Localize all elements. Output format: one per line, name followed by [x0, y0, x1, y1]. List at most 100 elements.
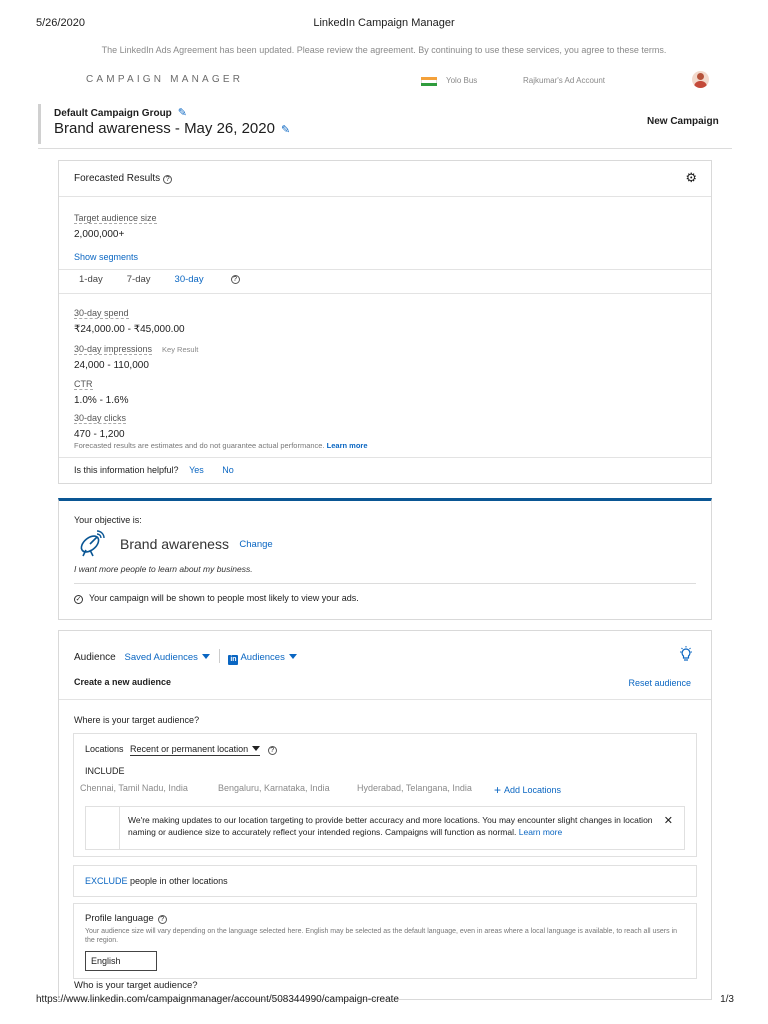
help-icon[interactable]: ?: [267, 746, 277, 755]
avatar[interactable]: [692, 71, 709, 88]
check-circle-icon: ✓: [74, 595, 83, 604]
disclaimer-text: Forecasted results are estimates and do …: [74, 441, 325, 450]
objective-heading: Your objective is:: [74, 515, 142, 525]
gear-icon[interactable]: ⚙: [685, 170, 697, 186]
profile-language-note: Your audience size will vary depending o…: [85, 928, 678, 944]
metric-value: 24,000 - 110,000: [74, 360, 149, 371]
location-type-select[interactable]: Recent or permanent location: [130, 744, 261, 756]
divider: [59, 457, 711, 458]
close-icon[interactable]: ✕: [664, 814, 673, 827]
metric-spend: 30-day spend ₹24,000.00 - ₹45,000.00: [74, 303, 185, 335]
account-name[interactable]: Yolo Bus: [446, 76, 477, 85]
metric-clicks: 30-day clicks 470 - 1,200: [74, 408, 127, 440]
helpful-row: Is this information helpful? Yes No: [74, 465, 234, 475]
locations-box: Locations Recent or permanent location ?…: [73, 733, 697, 857]
metric-label: 30-day clicks: [74, 413, 127, 424]
audience-card: Audience Saved Audiences in Audiences Cre…: [58, 630, 712, 1000]
divider: [74, 583, 696, 584]
help-icon[interactable]: ?: [163, 175, 173, 184]
add-locations-label: Add Locations: [504, 785, 562, 795]
metric-label: CTR: [74, 379, 93, 390]
objective-name: Brand awareness: [120, 536, 229, 552]
lightbulb-icon[interactable]: [679, 646, 693, 662]
exclude-link[interactable]: EXCLUDE: [85, 876, 128, 886]
profile-language-box: Profile language? Your audience size wil…: [73, 903, 697, 979]
linkedin-audiences-dropdown[interactable]: in Audiences: [228, 652, 297, 665]
campaign-title: Brand awareness - May 26, 2020 ✎: [54, 120, 290, 137]
where-question: Where is your target audience?: [74, 715, 200, 725]
print-page-number: 1/3: [720, 994, 734, 1005]
key-result-tag: Key Result: [162, 345, 199, 354]
new-campaign-label: New Campaign: [647, 116, 719, 127]
help-icon[interactable]: ?: [230, 275, 240, 284]
helpful-yes-button[interactable]: Yes: [189, 465, 204, 475]
metric-ctr: CTR 1.0% - 1.6%: [74, 374, 128, 406]
show-segments-link[interactable]: Show segments: [74, 252, 157, 262]
print-title: LinkedIn Campaign Manager: [313, 17, 455, 29]
exclude-box: EXCLUDE people in other locations: [73, 865, 697, 897]
audience-header: Audience Saved Audiences in Audiences: [74, 649, 297, 665]
helpful-question: Is this information helpful?: [74, 465, 179, 475]
location-chip[interactable]: Bengaluru, Karnataka, India: [218, 783, 330, 793]
reset-audience-link[interactable]: Reset audience: [628, 678, 691, 688]
tab-7-day[interactable]: 7-day: [127, 274, 151, 285]
saved-audiences-dropdown[interactable]: Saved Audiences: [124, 652, 210, 663]
brand-logo-text[interactable]: CAMPAIGN MANAGER: [86, 74, 243, 85]
objective-name-row: Brand awareness Change: [120, 536, 273, 554]
helpful-no-button[interactable]: No: [222, 465, 234, 475]
language-select[interactable]: English: [85, 951, 157, 971]
profile-language-label: Profile language: [85, 913, 154, 924]
tab-30-day[interactable]: 30-day: [175, 274, 204, 285]
chevron-down-icon: [288, 654, 297, 659]
campaign-group-name[interactable]: Default Campaign Group: [54, 108, 172, 119]
satellite-dish-icon: [80, 530, 105, 557]
metric-value: 470 - 1,200: [74, 429, 125, 440]
tab-1-day[interactable]: 1-day: [79, 274, 103, 285]
forecast-tabs: 1-day 7-day 30-day ?: [79, 274, 240, 285]
profile-language-row: Profile language?: [85, 913, 167, 924]
location-type-value: Recent or permanent location: [130, 744, 249, 754]
edit-group-pencil-icon[interactable]: ✎: [178, 106, 187, 119]
include-label: INCLUDE: [85, 766, 125, 776]
objective-card: Your objective is: Brand awareness Chang…: [58, 498, 712, 620]
forecast-title: Forecasted Results?: [74, 173, 173, 184]
campaign-group: Default Campaign Group ✎: [54, 106, 187, 119]
forecast-card: Forecasted Results? ⚙ Target audience si…: [58, 160, 712, 484]
objective-description: I want more people to learn about my bus…: [74, 564, 253, 574]
chevron-down-icon: [201, 654, 210, 659]
info-text-body: We're making updates to our location tar…: [128, 815, 653, 837]
help-icon[interactable]: ?: [157, 915, 167, 924]
info-text: We're making updates to our location tar…: [128, 815, 658, 838]
objective-note: ✓ Your campaign will be shown to people m…: [74, 593, 359, 604]
header-accent-bar: [38, 104, 41, 144]
location-chip[interactable]: Chennai, Tamil Nadu, India: [80, 783, 188, 793]
print-url: https://www.linkedin.com/campaignmanager…: [36, 994, 399, 1005]
audience-size-block: Target audience size 2,000,000+ Show seg…: [74, 208, 157, 262]
chevron-down-icon: [252, 746, 261, 751]
location-chip[interactable]: Hyderabad, Telangana, India: [357, 783, 472, 793]
metric-label: 30-day impressions: [74, 344, 153, 355]
change-objective-link[interactable]: Change: [239, 539, 272, 550]
audience-title: Audience: [74, 652, 116, 663]
header-divider: [38, 148, 732, 149]
saved-audiences-label: Saved Audiences: [124, 652, 198, 663]
exclude-text: people in other locations: [130, 876, 228, 886]
locations-label: Locations: [85, 744, 124, 754]
ad-account-name[interactable]: Rajkumar's Ad Account: [523, 76, 605, 85]
divider: [59, 699, 711, 700]
info-learn-more-link[interactable]: Learn more: [519, 827, 562, 837]
add-locations-button[interactable]: + Add Locations: [494, 783, 561, 797]
divider: [59, 293, 711, 294]
locations-row: Locations Recent or permanent location ?: [85, 744, 277, 756]
info-strip: [86, 807, 120, 849]
campaign-name: Brand awareness - May 26, 2020: [54, 120, 275, 137]
create-new-audience: Create a new audience: [74, 677, 172, 687]
location-info-banner: We're making updates to our location tar…: [85, 806, 685, 850]
metric-impressions: 30-day impressions Key Result 24,000 - 11…: [74, 339, 198, 371]
agreement-notice: The LinkedIn Ads Agreement has been upda…: [101, 45, 667, 55]
metric-value: ₹24,000.00 - ₹45,000.00: [74, 324, 185, 335]
who-question: Who is your target audience?: [74, 980, 198, 991]
learn-more-link[interactable]: Learn more: [327, 441, 368, 450]
metric-label: 30-day spend: [74, 308, 129, 319]
edit-campaign-pencil-icon[interactable]: ✎: [281, 123, 290, 136]
